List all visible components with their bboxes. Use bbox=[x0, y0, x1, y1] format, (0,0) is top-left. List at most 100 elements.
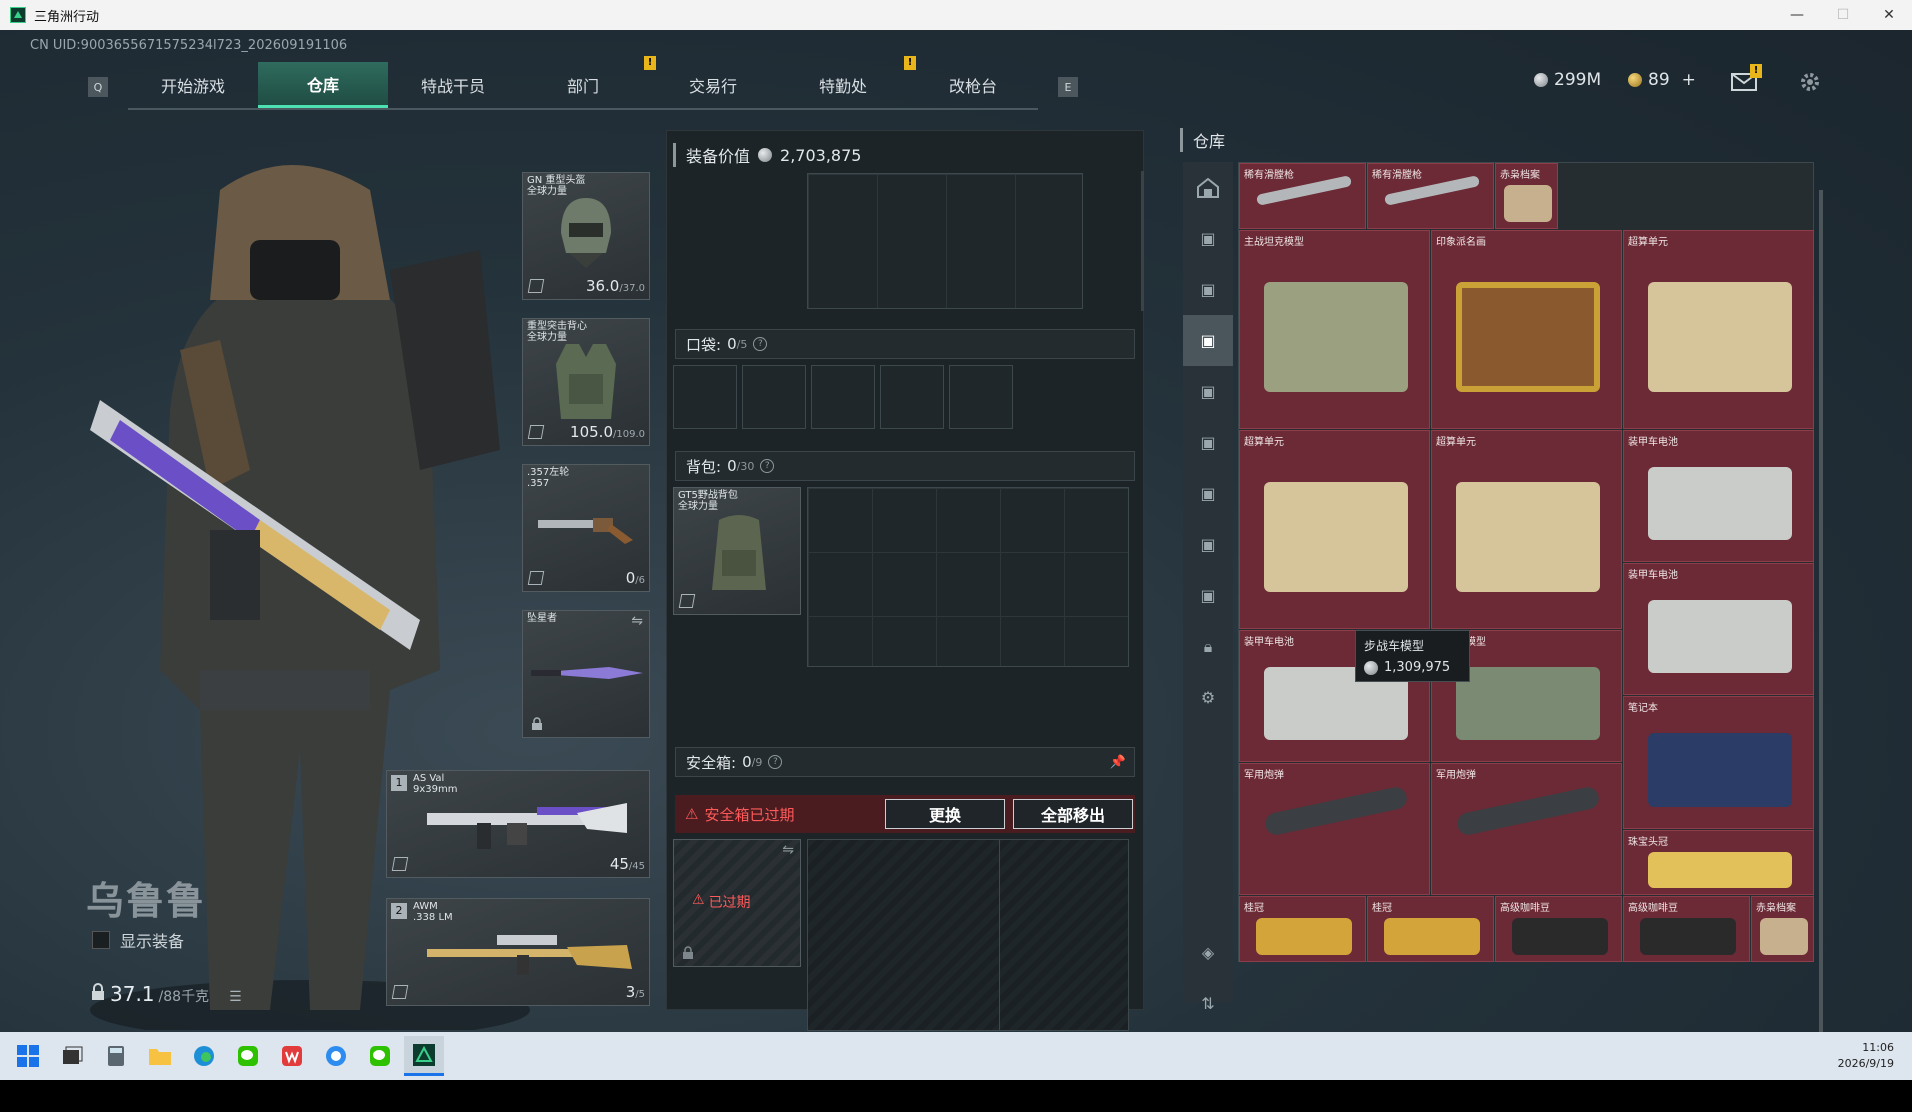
pistol-slot[interactable]: .357左轮 .357 0/6 bbox=[522, 464, 650, 592]
board-icon bbox=[1648, 281, 1792, 392]
sidebar-item-all[interactable] bbox=[1183, 162, 1233, 213]
pocket-slot[interactable] bbox=[811, 365, 875, 429]
primary-weapon-slot-1[interactable]: 1 AS Val 9x39mm 45/45 bbox=[386, 770, 650, 878]
pocket-slot[interactable] bbox=[880, 365, 944, 429]
warehouse-item[interactable]: 笔记本 bbox=[1623, 696, 1814, 829]
file-explorer-icon[interactable] bbox=[140, 1036, 180, 1076]
warehouse-item[interactable]: 装甲车电池 bbox=[1623, 429, 1814, 562]
help-icon[interactable]: ? bbox=[760, 459, 775, 473]
tab-warehouse[interactable]: 仓库 bbox=[258, 62, 388, 108]
wechat-icon[interactable] bbox=[228, 1036, 268, 1076]
battery-icon bbox=[1648, 466, 1792, 540]
sidebar-item-tab-4[interactable]: ▣ bbox=[1183, 315, 1233, 366]
wps-office-icon[interactable] bbox=[272, 1036, 312, 1076]
warehouse-item[interactable]: 珠宝头冠 bbox=[1623, 829, 1814, 896]
sidebar-item-tab-2[interactable]: ▣ bbox=[1183, 213, 1233, 264]
tab-special-ops[interactable]: 特勤处! bbox=[778, 56, 916, 108]
pocket-slot[interactable] bbox=[742, 365, 806, 429]
warehouse-item[interactable]: 军用炮弹 bbox=[1431, 763, 1622, 896]
warehouse-item[interactable]: 印象派名画 bbox=[1431, 229, 1622, 429]
tab-start-game[interactable]: 开始游戏 bbox=[128, 62, 258, 108]
list-icon[interactable]: ☰ bbox=[229, 989, 242, 1005]
nav-prev-key[interactable]: Q bbox=[88, 77, 108, 97]
warehouse-item[interactable]: 桂冠 bbox=[1239, 896, 1366, 962]
warehouse-item[interactable]: 桂冠 bbox=[1367, 896, 1494, 962]
sidebar-item-locked[interactable]: 🔒︎ bbox=[1183, 621, 1233, 672]
swap-icon[interactable]: ⇋ bbox=[782, 842, 794, 858]
calculator-icon[interactable] bbox=[96, 1036, 136, 1076]
show-equipment-label: 显示装备 bbox=[120, 932, 185, 951]
settings-gear-icon[interactable] bbox=[1796, 68, 1824, 96]
tab-operators[interactable]: 特战干员 bbox=[388, 62, 518, 108]
sidebar-item-settings[interactable]: ⚙ bbox=[1183, 672, 1233, 723]
checkbox[interactable] bbox=[92, 931, 110, 949]
warehouse-item[interactable]: 超算单元 bbox=[1239, 429, 1430, 629]
help-icon[interactable]: ? bbox=[753, 337, 768, 351]
sidebar-item-layers[interactable]: ◈ bbox=[1183, 927, 1233, 978]
move-all-button[interactable]: 全部移出 bbox=[1013, 799, 1133, 829]
replace-button[interactable]: 更换 bbox=[885, 799, 1005, 829]
add-currency-button[interactable]: + bbox=[1682, 70, 1696, 90]
game-window: 三角洲行动 — ☐ ✕ CN UID:9003655671575234l723_… bbox=[0, 0, 1912, 1080]
help-icon[interactable]: ? bbox=[768, 755, 783, 769]
nav-next-key[interactable]: E bbox=[1058, 77, 1078, 97]
tab-department[interactable]: 部门! bbox=[518, 56, 656, 108]
delta-force-app-icon[interactable] bbox=[404, 1036, 444, 1076]
helmet-slot[interactable]: GN 重型头盔 全球力量 36.0/37.0 bbox=[522, 172, 650, 300]
chest-rig-grid[interactable] bbox=[807, 173, 1083, 309]
scrollbar[interactable] bbox=[1141, 171, 1144, 311]
equipment-value-amount: 2,703,875 bbox=[780, 145, 862, 165]
backpack-slot[interactable]: GT5野战背包 全球力量 bbox=[673, 487, 801, 615]
warehouse-item[interactable]: 主战坦克模型 bbox=[1239, 229, 1430, 429]
safebox-header: 安全箱: 0/9 ? 📌 bbox=[675, 747, 1135, 777]
gold-currency[interactable]: 89 + bbox=[1628, 70, 1696, 90]
show-equipment-toggle[interactable]: 显示装备 bbox=[92, 928, 184, 952]
swap-icon[interactable]: ⇋ bbox=[631, 613, 643, 629]
item-label: 超算单元 bbox=[1628, 236, 1668, 248]
warehouse-item[interactable]: 超算单元 bbox=[1431, 429, 1622, 629]
armor-slot[interactable]: 重型突击背心 全球力量 105.0/109.0 bbox=[522, 318, 650, 446]
warehouse-scrollbar[interactable] bbox=[1819, 190, 1823, 1032]
warehouse-item[interactable]: 军用炮弹 bbox=[1239, 763, 1430, 896]
start-menu-icon[interactable] bbox=[8, 1036, 48, 1076]
pocket-slot[interactable] bbox=[949, 365, 1013, 429]
pocket-slot[interactable] bbox=[673, 365, 737, 429]
melee-slot[interactable]: 坠星者 ⇋ bbox=[522, 610, 650, 738]
tab-gunsmith[interactable]: 改枪台 bbox=[908, 62, 1038, 108]
close-button[interactable]: ✕ bbox=[1866, 0, 1912, 30]
sidebar-item-tab-3[interactable]: ▣ bbox=[1183, 264, 1233, 315]
system-clock[interactable]: 11:06 2026/9/19 bbox=[1838, 1040, 1894, 1072]
warehouse-grid[interactable]: 稀有滑膛枪 稀有滑膛枪 赤枭档案 主战坦克模型 印象派名画 超算单元 超算单元 超算单元 装甲车… bbox=[1238, 162, 1814, 962]
backpack-grid[interactable] bbox=[807, 487, 1129, 667]
task-view-icon[interactable] bbox=[52, 1036, 92, 1076]
storage-tab-icon: ▣ bbox=[1200, 535, 1216, 554]
edge-browser-icon[interactable] bbox=[184, 1036, 224, 1076]
sidebar-item-tab-6[interactable]: ▣ bbox=[1183, 417, 1233, 468]
ammo-max: /45 bbox=[628, 861, 645, 872]
pin-icon[interactable]: 📌 bbox=[1110, 755, 1126, 770]
safebox-grid[interactable] bbox=[807, 839, 1129, 1031]
warehouse-item[interactable]: 稀有滑膛枪 bbox=[1239, 163, 1366, 229]
wechat-icon[interactable] bbox=[360, 1036, 400, 1076]
sidebar-item-tab-5[interactable]: ▣ bbox=[1183, 366, 1233, 417]
warehouse-item[interactable]: 高级咖啡豆 bbox=[1495, 896, 1622, 962]
warehouse-item[interactable]: 稀有滑膛枪 bbox=[1367, 163, 1494, 229]
warehouse-item[interactable]: 装甲车电池 bbox=[1623, 563, 1814, 696]
maximize-button[interactable]: ☐ bbox=[1820, 0, 1866, 30]
primary-weapon-slot-2[interactable]: 2 AWM .338 LM 3/5 bbox=[386, 898, 650, 1006]
silver-currency[interactable]: 299M bbox=[1534, 70, 1601, 90]
warehouse-item[interactable]: 超算单元 bbox=[1623, 229, 1814, 429]
warehouse-item[interactable]: 高级咖啡豆 bbox=[1623, 896, 1750, 962]
sort-icon: ⇅ bbox=[1201, 994, 1215, 1013]
minimize-button[interactable]: — bbox=[1774, 0, 1820, 30]
sidebar-item-tab-9[interactable]: ▣ bbox=[1183, 570, 1233, 621]
browser-icon[interactable] bbox=[316, 1036, 356, 1076]
warehouse-item[interactable]: 赤枭档案 bbox=[1751, 896, 1814, 962]
sidebar-item-tab-8[interactable]: ▣ bbox=[1183, 519, 1233, 570]
sidebar-item-tab-7[interactable]: ▣ bbox=[1183, 468, 1233, 519]
warehouse-item[interactable]: 赤枭档案 bbox=[1495, 163, 1558, 229]
safebox-slot[interactable]: ⇋ ⚠ 已过期 bbox=[673, 839, 801, 967]
sidebar-item-sort[interactable]: ⇅ bbox=[1183, 978, 1233, 1029]
tab-trade[interactable]: 交易行 bbox=[648, 62, 778, 108]
mail-icon[interactable]: ! bbox=[1730, 64, 1762, 96]
